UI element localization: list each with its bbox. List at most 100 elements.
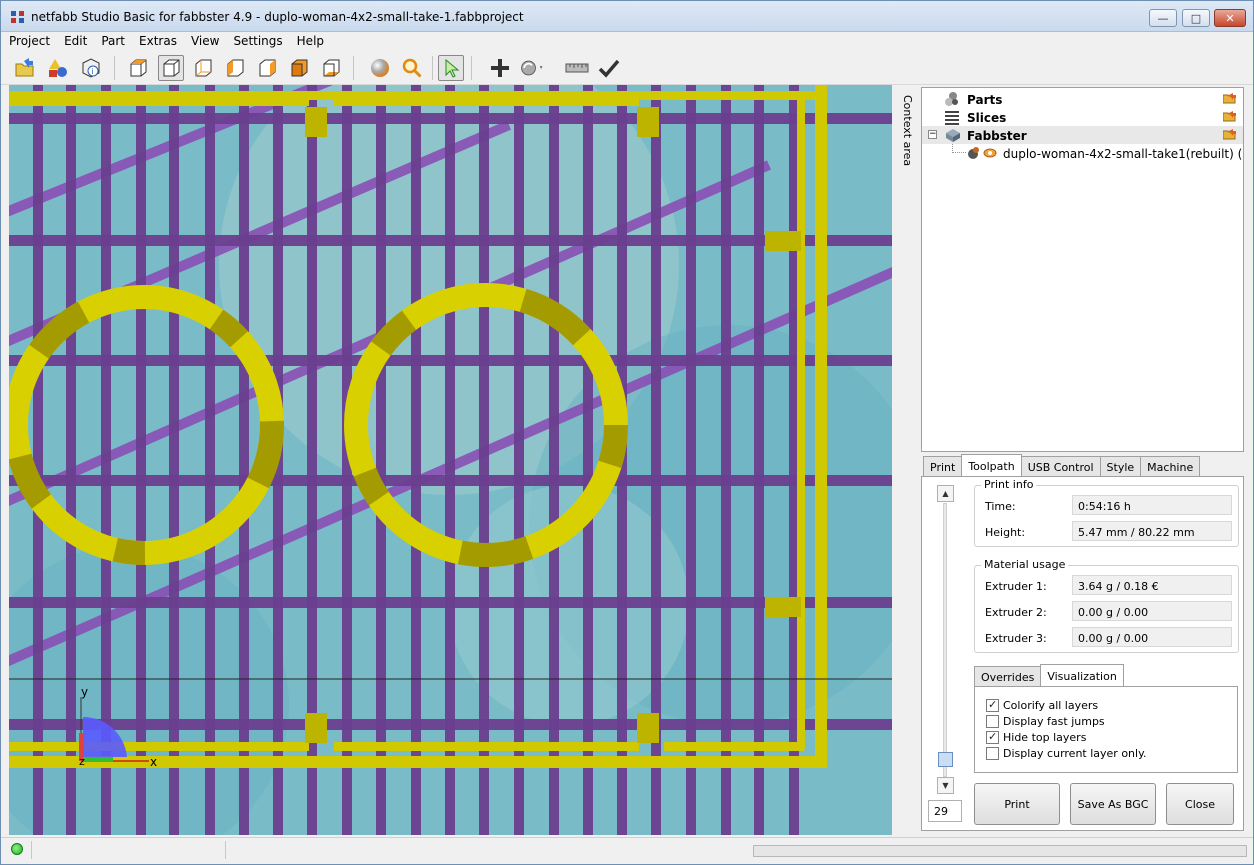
menu-settings[interactable]: Settings bbox=[226, 32, 289, 52]
menu-help[interactable]: Help bbox=[290, 32, 331, 52]
tree-item-fabbster[interactable]: − Fabbster bbox=[922, 126, 1243, 144]
tree-item-slices[interactable]: Slices bbox=[922, 108, 1243, 126]
checkbox-label: Display fast jumps bbox=[1003, 715, 1105, 728]
menu-edit[interactable]: Edit bbox=[57, 32, 94, 52]
part-mesh-icon bbox=[968, 147, 979, 159]
view-top-icon[interactable] bbox=[286, 55, 312, 81]
view-top-left-icon[interactable] bbox=[125, 55, 151, 81]
slices-icon bbox=[945, 111, 959, 125]
tab-machine[interactable]: Machine bbox=[1140, 456, 1201, 476]
extruder2-label: Extruder 2: bbox=[985, 606, 1047, 619]
time-value: 0:54:16 h bbox=[1072, 495, 1232, 515]
rotate-icon[interactable] bbox=[519, 55, 545, 81]
view-back-icon[interactable] bbox=[190, 55, 216, 81]
zoom-icon[interactable] bbox=[399, 55, 425, 81]
tree-item-label: Slices bbox=[967, 111, 1007, 125]
extruder3-value: 0.00 g / 0.00 bbox=[1072, 627, 1232, 647]
title-bar[interactable]: netfabb Studio Basic for fabbster 4.9 - … bbox=[1, 1, 1253, 32]
slider-track[interactable] bbox=[943, 503, 947, 777]
tab-usb-control[interactable]: USB Control bbox=[1020, 456, 1101, 476]
tab-visualization[interactable]: Visualization bbox=[1040, 664, 1124, 686]
open-folder-icon[interactable] bbox=[1223, 93, 1237, 104]
open-folder-icon[interactable] bbox=[1223, 129, 1237, 140]
slider-thumb[interactable] bbox=[938, 751, 953, 767]
menu-extras[interactable]: Extras bbox=[132, 32, 184, 52]
parts-icon bbox=[945, 92, 958, 106]
slider-down-arrow-icon[interactable]: ▼ bbox=[937, 777, 954, 794]
view-right-icon[interactable] bbox=[254, 55, 280, 81]
status-ok-icon bbox=[11, 843, 23, 855]
close-button[interactable]: Close bbox=[1166, 783, 1234, 825]
axis-z-label: z bbox=[79, 755, 85, 768]
material-usage-group: Material usage Extruder 1: 3.64 g / 0.18… bbox=[974, 558, 1239, 653]
open-project-icon[interactable] bbox=[12, 55, 38, 81]
tab-style[interactable]: Style bbox=[1099, 456, 1142, 476]
axis-y-label: y bbox=[81, 685, 88, 699]
print-button[interactable]: Print bbox=[974, 783, 1060, 825]
checkbox-unchecked-icon[interactable] bbox=[986, 715, 999, 728]
display-current-layer-checkbox[interactable]: Display current layer only. bbox=[986, 747, 1147, 760]
display-tabs: Overrides Visualization bbox=[974, 664, 1124, 687]
checkbox-label: Display current layer only. bbox=[1003, 747, 1147, 760]
checkbox-checked-icon[interactable] bbox=[986, 698, 999, 712]
collapse-toggle-icon[interactable]: − bbox=[928, 130, 937, 139]
project-tree[interactable]: Parts Slices − Fabbster duplo-woman-4x2-… bbox=[921, 87, 1244, 452]
extruder1-value: 3.64 g / 0.18 € bbox=[1072, 575, 1232, 595]
tab-overrides[interactable]: Overrides bbox=[974, 666, 1042, 686]
menu-bar: Project Edit Part Extras View Settings H… bbox=[1, 32, 1253, 52]
hide-top-layers-checkbox[interactable]: Hide top layers bbox=[986, 730, 1087, 744]
context-area-strip[interactable] bbox=[894, 85, 920, 835]
height-value: 5.47 mm / 80.22 mm bbox=[1072, 521, 1232, 541]
visibility-eye-icon[interactable] bbox=[983, 147, 997, 159]
layer-number-field[interactable]: 29 bbox=[928, 800, 962, 822]
group-title: Material usage bbox=[981, 558, 1069, 571]
close-window-button[interactable]: ✕ bbox=[1214, 9, 1246, 27]
print-info-group: Print info Time: 0:54:16 h Height: 5.47 … bbox=[974, 478, 1239, 547]
app-window: netfabb Studio Basic for fabbster 4.9 - … bbox=[0, 0, 1254, 865]
save-as-bgc-button[interactable]: Save As BGC bbox=[1070, 783, 1156, 825]
view-front-icon[interactable] bbox=[158, 55, 184, 81]
menu-part[interactable]: Part bbox=[94, 32, 132, 52]
menu-project[interactable]: Project bbox=[1, 32, 57, 52]
tree-item-parts[interactable]: Parts bbox=[922, 90, 1243, 108]
view-left-icon[interactable] bbox=[222, 55, 248, 81]
add-part-icon[interactable] bbox=[45, 55, 71, 81]
extruder1-label: Extruder 1: bbox=[985, 580, 1047, 593]
axis-x-label: x bbox=[150, 755, 157, 769]
time-label: Time: bbox=[985, 500, 1016, 513]
tree-item-label: duplo-woman-4x2-small-take1(rebuilt) (10… bbox=[1003, 147, 1243, 161]
toolbar: i bbox=[1, 52, 1253, 85]
toolpath-scene[interactable]: y x z bbox=[9, 85, 892, 835]
visualization-panel: Colorify all layers Display fast jumps H… bbox=[974, 686, 1238, 773]
colorify-all-layers-checkbox[interactable]: Colorify all layers bbox=[986, 698, 1099, 712]
maximize-button[interactable]: □ bbox=[1182, 9, 1210, 27]
tab-toolpath[interactable]: Toolpath bbox=[961, 454, 1022, 476]
checkbox-unchecked-icon[interactable] bbox=[986, 747, 999, 760]
view-bottom-icon[interactable] bbox=[318, 55, 344, 81]
tree-item-label: Fabbster bbox=[967, 129, 1027, 143]
checkbox-checked-icon[interactable] bbox=[986, 730, 999, 744]
slider-up-arrow-icon[interactable]: ▲ bbox=[937, 485, 954, 502]
minimize-button[interactable]: — bbox=[1149, 9, 1177, 27]
menu-view[interactable]: View bbox=[184, 32, 226, 52]
layer-slider[interactable]: ▲ ▼ bbox=[937, 485, 954, 797]
move-icon[interactable] bbox=[487, 55, 513, 81]
sphere-render-icon[interactable] bbox=[367, 55, 393, 81]
tree-item-part[interactable]: duplo-woman-4x2-small-take1(rebuilt) (10… bbox=[922, 144, 1243, 162]
check-icon[interactable] bbox=[596, 55, 622, 81]
part-info-icon[interactable]: i bbox=[78, 55, 104, 81]
app-logo-icon bbox=[11, 11, 24, 23]
status-bar bbox=[1, 837, 1253, 864]
tab-print[interactable]: Print bbox=[923, 456, 963, 476]
measure-ruler-icon[interactable] bbox=[564, 55, 590, 81]
checkbox-label: Hide top layers bbox=[1003, 731, 1087, 744]
open-folder-icon[interactable] bbox=[1223, 111, 1237, 122]
extruder2-value: 0.00 g / 0.00 bbox=[1072, 601, 1232, 621]
tree-item-label: Parts bbox=[967, 93, 1003, 107]
extruder3-label: Extruder 3: bbox=[985, 632, 1047, 645]
checkbox-label: Colorify all layers bbox=[1003, 699, 1099, 712]
3d-viewport[interactable]: y x z bbox=[9, 85, 892, 835]
select-pointer-icon[interactable] bbox=[438, 55, 464, 81]
display-fast-jumps-checkbox[interactable]: Display fast jumps bbox=[986, 715, 1105, 728]
fabbster-printer-icon bbox=[946, 129, 960, 142]
